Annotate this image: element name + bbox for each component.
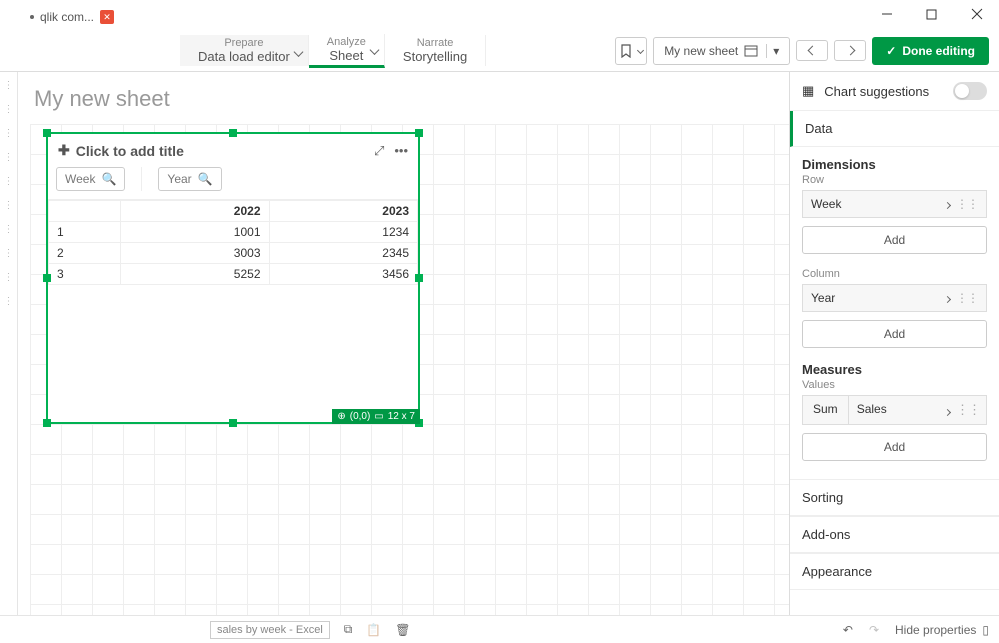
search-icon: 🔍: [198, 172, 213, 186]
table-row: 3 5252 3456: [49, 264, 418, 285]
sheet-selector[interactable]: My new sheet ▾: [653, 37, 790, 65]
top-toolbar: Prepare Data load editor Analyze Sheet N…: [0, 30, 999, 72]
document-tab-bar: qlik com... ✕: [0, 0, 999, 30]
pivot-field-headers: Week 🔍 Year 🔍: [48, 163, 418, 200]
section-addons[interactable]: Add-ons: [790, 516, 999, 553]
fullscreen-icon[interactable]: ⤢: [374, 143, 384, 159]
nav-narrate[interactable]: Narrate Storytelling: [385, 35, 486, 66]
document-tab[interactable]: qlik com... ✕: [20, 5, 124, 31]
next-sheet-button[interactable]: [834, 40, 866, 61]
chevron-down-icon: ▾: [766, 44, 779, 58]
resize-handle[interactable]: [229, 419, 237, 427]
measure-pill[interactable]: Sum Sales ⋮⋮: [802, 395, 987, 425]
maximize-button[interactable]: [909, 0, 954, 28]
hide-properties-button[interactable]: Hide properties ▯: [895, 623, 989, 637]
table-row: 1 1001 1234: [49, 222, 418, 243]
status-bar: sales by week - Excel ⧉ 📋 🗑 ↶ ↷ Hide pro…: [0, 615, 999, 643]
resize-handle[interactable]: [43, 274, 51, 282]
chart-suggestions-row: ▦ Chart suggestions: [790, 72, 999, 111]
measures-heading: Measures: [802, 362, 987, 377]
object-size-badge: ⊕ (0,0) ▭ 12 x 7: [332, 409, 420, 424]
rail-handle[interactable]: ⋮: [4, 204, 14, 208]
chevron-down-icon: [371, 42, 378, 57]
chart-suggestions-toggle[interactable]: [953, 82, 987, 100]
column-label: Column: [802, 268, 987, 280]
rail-handle[interactable]: ⋮: [4, 132, 14, 136]
plus-icon: ✚: [58, 142, 70, 159]
rail-handle[interactable]: ⋮: [4, 84, 14, 88]
position-icon: ⊕: [337, 411, 345, 422]
resize-handle[interactable]: [415, 129, 423, 137]
drag-handle-icon[interactable]: ⋮⋮: [956, 402, 980, 418]
column-header[interactable]: 2023: [269, 201, 418, 222]
section-data[interactable]: Data: [790, 111, 999, 147]
object-title-input[interactable]: ✚ Click to add title: [58, 142, 184, 159]
row-dimension-pill[interactable]: Week ⋮⋮: [802, 190, 987, 218]
nav-analyze[interactable]: Analyze Sheet: [309, 34, 385, 68]
sheet-selector-label: My new sheet: [664, 44, 738, 58]
check-icon: ✓: [886, 44, 896, 58]
rail-handle[interactable]: ⋮: [4, 276, 14, 280]
rail-handle[interactable]: ⋮: [4, 156, 14, 160]
column-field-chip[interactable]: Year 🔍: [158, 167, 221, 191]
delete-icon[interactable]: 🗑: [395, 623, 410, 637]
bookmarks-button[interactable]: [615, 37, 647, 65]
rail-handle[interactable]: ⋮: [4, 300, 14, 304]
minimize-button[interactable]: [864, 0, 909, 28]
resize-handle[interactable]: [43, 419, 51, 427]
paste-icon[interactable]: 📋: [366, 623, 381, 637]
pivot-table-object[interactable]: ✚ Click to add title ⤢ ••• Week 🔍 Year 🔍: [46, 132, 420, 424]
table-row: 2 3003 2345: [49, 243, 418, 264]
chevron-right-icon: [945, 291, 950, 305]
add-row-dimension-button[interactable]: Add: [802, 226, 987, 254]
rail-handle[interactable]: ⋮: [4, 180, 14, 184]
sheet-title[interactable]: My new sheet: [18, 72, 789, 120]
window-controls: [864, 0, 999, 28]
rail-handle[interactable]: ⋮: [4, 252, 14, 256]
section-sorting[interactable]: Sorting: [790, 479, 999, 516]
table-icon: ▦: [802, 83, 814, 99]
pivot-table: 2022 2023 1 1001 1234 2 3003 2345 3: [48, 200, 418, 285]
row-field-chip[interactable]: Week 🔍: [56, 167, 125, 191]
values-label: Values: [802, 379, 987, 391]
undo-icon[interactable]: ↶: [843, 623, 853, 637]
close-tab-button[interactable]: ✕: [100, 10, 114, 24]
chevron-right-icon: [945, 403, 950, 418]
resize-handle[interactable]: [229, 129, 237, 137]
section-appearance[interactable]: Appearance: [790, 553, 999, 590]
toolbar-right: My new sheet ▾ ✓ Done editing: [615, 30, 999, 71]
add-measure-button[interactable]: Add: [802, 433, 987, 461]
rail-handle[interactable]: ⋮: [4, 228, 14, 232]
properties-panel: ▦ Chart suggestions Data Dimensions Row …: [789, 72, 999, 615]
row-label: Row: [802, 174, 987, 186]
redo-icon[interactable]: ↷: [869, 623, 879, 637]
nav-prepare[interactable]: Prepare Data load editor: [180, 35, 309, 66]
close-window-button[interactable]: [954, 0, 999, 28]
chevron-right-icon: [945, 197, 950, 211]
column-dimension-pill[interactable]: Year ⋮⋮: [802, 284, 987, 312]
more-options-icon[interactable]: •••: [394, 143, 408, 159]
workflow-nav: Prepare Data load editor Analyze Sheet N…: [180, 30, 486, 71]
drag-handle-icon[interactable]: ⋮⋮: [956, 291, 978, 305]
aggregation-label[interactable]: Sum: [803, 396, 849, 424]
column-header[interactable]: 2022: [121, 201, 270, 222]
copy-icon[interactable]: ⧉: [344, 622, 353, 637]
dimensions-heading: Dimensions: [802, 157, 987, 172]
rail-handle[interactable]: ⋮: [4, 108, 14, 112]
data-source-label[interactable]: sales by week - Excel: [210, 621, 330, 639]
resize-handle[interactable]: [43, 129, 51, 137]
asset-rail: ⋮ ⋮ ⋮ ⋮ ⋮ ⋮ ⋮ ⋮ ⋮ ⋮: [0, 72, 18, 615]
done-editing-button[interactable]: ✓ Done editing: [872, 37, 989, 65]
unsaved-indicator-icon: [30, 15, 34, 19]
drag-handle-icon[interactable]: ⋮⋮: [956, 197, 978, 211]
panel-collapse-icon: ▯: [982, 623, 989, 637]
chevron-down-icon: [295, 43, 302, 58]
add-column-dimension-button[interactable]: Add: [802, 320, 987, 348]
search-icon: 🔍: [101, 172, 116, 186]
size-icon: ▭: [374, 411, 383, 422]
prev-sheet-button[interactable]: [796, 40, 828, 61]
sheet-canvas[interactable]: My new sheet ✚ Click to add title ⤢ •••: [18, 72, 789, 615]
resize-handle[interactable]: [415, 274, 423, 282]
document-tab-label: qlik com...: [40, 10, 94, 24]
